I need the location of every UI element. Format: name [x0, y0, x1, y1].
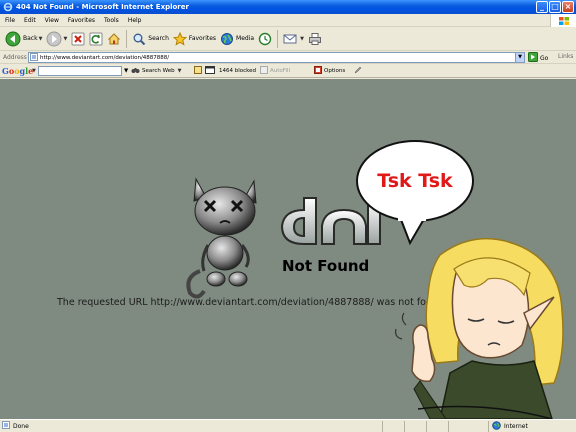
address-bar: Address http://www.deviantart.com/deviat…	[0, 51, 576, 64]
standard-toolbar: Back ▼ ▼ Search Favorites Media ▼	[0, 27, 576, 51]
ie-logo-icon	[3, 2, 13, 12]
home-icon	[107, 32, 121, 46]
minimize-button[interactable]: _	[536, 1, 548, 13]
status-divider	[382, 421, 383, 432]
options-button[interactable]: Options	[314, 66, 345, 76]
refresh-button[interactable]	[87, 29, 105, 49]
security-zone[interactable]: Internet	[492, 420, 528, 432]
status-divider	[448, 421, 449, 432]
elf-character-image	[395, 237, 564, 419]
close-button[interactable]: ×	[562, 1, 574, 13]
history-button[interactable]	[256, 29, 274, 49]
window-title-bar[interactable]: 404 Not Found - Microsoft Internet Explo…	[0, 0, 576, 14]
go-arrow-icon	[528, 52, 538, 64]
stop-button[interactable]	[69, 29, 87, 49]
search-icon	[132, 32, 146, 46]
address-url: http://www.deviantart.com/deviation/4887…	[40, 54, 170, 61]
google-options-icon	[314, 66, 322, 76]
popup-blocker-button[interactable]: 1464 blocked	[205, 66, 256, 76]
print-button[interactable]	[306, 29, 324, 49]
favorites-button[interactable]: Favorites	[171, 29, 218, 49]
windows-flag-icon	[550, 14, 576, 27]
chevron-down-icon[interactable]: ▼	[300, 36, 304, 42]
forward-arrow-icon	[46, 31, 62, 47]
google-toolbar: Google ▼ ▼ Search Web ▼ 1464 blocked Aut…	[0, 64, 576, 78]
popup-blocker-icon	[205, 66, 217, 76]
google-menu-chevron-icon[interactable]: ▼	[32, 68, 36, 74]
chevron-down-icon[interactable]: ▼	[178, 68, 182, 74]
maximize-button[interactable]: □	[549, 1, 561, 13]
menu-edit[interactable]: Edit	[19, 17, 40, 24]
pencil-icon	[354, 66, 362, 76]
refresh-icon	[89, 32, 103, 46]
menu-view[interactable]: View	[40, 17, 63, 24]
status-divider	[404, 421, 405, 432]
chevron-down-icon[interactable]: ▼	[39, 36, 43, 42]
page-content: Not Found The requested URL http://www.d…	[0, 79, 576, 419]
highlight-button[interactable]	[354, 66, 362, 76]
binoculars-icon	[131, 66, 140, 76]
status-bar: Done Internet	[0, 419, 576, 432]
home-button[interactable]	[105, 29, 123, 49]
printer-icon	[308, 32, 322, 46]
star-icon	[172, 31, 187, 46]
menu-help[interactable]: Help	[123, 17, 146, 24]
autofill-button[interactable]: AutoFill	[260, 66, 290, 76]
back-button[interactable]: Back ▼	[3, 29, 44, 49]
mail-button[interactable]: ▼	[281, 29, 306, 49]
mail-icon	[283, 32, 299, 46]
speech-text: Tsk Tsk	[377, 170, 453, 192]
status-text: Done	[13, 422, 29, 430]
toolbar-separator	[277, 29, 279, 48]
menu-favorites[interactable]: Favorites	[63, 17, 99, 24]
address-input[interactable]: http://www.deviantart.com/deviation/4887…	[28, 52, 525, 63]
chevron-down-icon[interactable]: ▼	[63, 36, 67, 42]
toolbar-separator	[126, 29, 128, 48]
media-globe-icon	[220, 32, 234, 46]
search-button[interactable]: Search	[130, 29, 171, 49]
page-info-button[interactable]	[194, 66, 202, 76]
history-icon	[258, 32, 272, 46]
address-label: Address	[3, 53, 27, 61]
page-favicon-icon	[29, 52, 38, 63]
speech-bubble: Tsk Tsk	[356, 140, 474, 246]
menu-bar: File Edit View Favorites Tools Help	[0, 14, 576, 27]
google-search-dropdown[interactable]: ▼	[124, 66, 128, 76]
google-search-input[interactable]	[38, 66, 122, 76]
window-title: 404 Not Found - Microsoft Internet Explo…	[16, 3, 189, 11]
google-logo[interactable]: Google	[2, 66, 33, 76]
back-arrow-icon	[5, 31, 21, 47]
menu-file[interactable]: File	[0, 17, 19, 24]
status-divider	[426, 421, 427, 432]
search-web-button[interactable]: Search Web ▼	[131, 66, 182, 76]
menu-tools[interactable]: Tools	[99, 17, 123, 24]
not-found-heading: Not Found	[282, 257, 370, 275]
internet-globe-icon	[492, 421, 501, 432]
dead-fox-mascot-image	[186, 177, 257, 299]
go-button[interactable]: Go	[528, 52, 548, 64]
autofill-icon	[260, 66, 268, 76]
status-divider	[488, 421, 489, 432]
stop-icon	[71, 32, 85, 46]
forward-button[interactable]: ▼	[44, 29, 69, 49]
status-page-icon	[2, 421, 10, 431]
links-button[interactable]: Links	[558, 53, 573, 60]
address-dropdown-button[interactable]: ▼	[515, 53, 524, 62]
info-icon	[194, 66, 202, 76]
media-button[interactable]: Media	[218, 29, 256, 49]
